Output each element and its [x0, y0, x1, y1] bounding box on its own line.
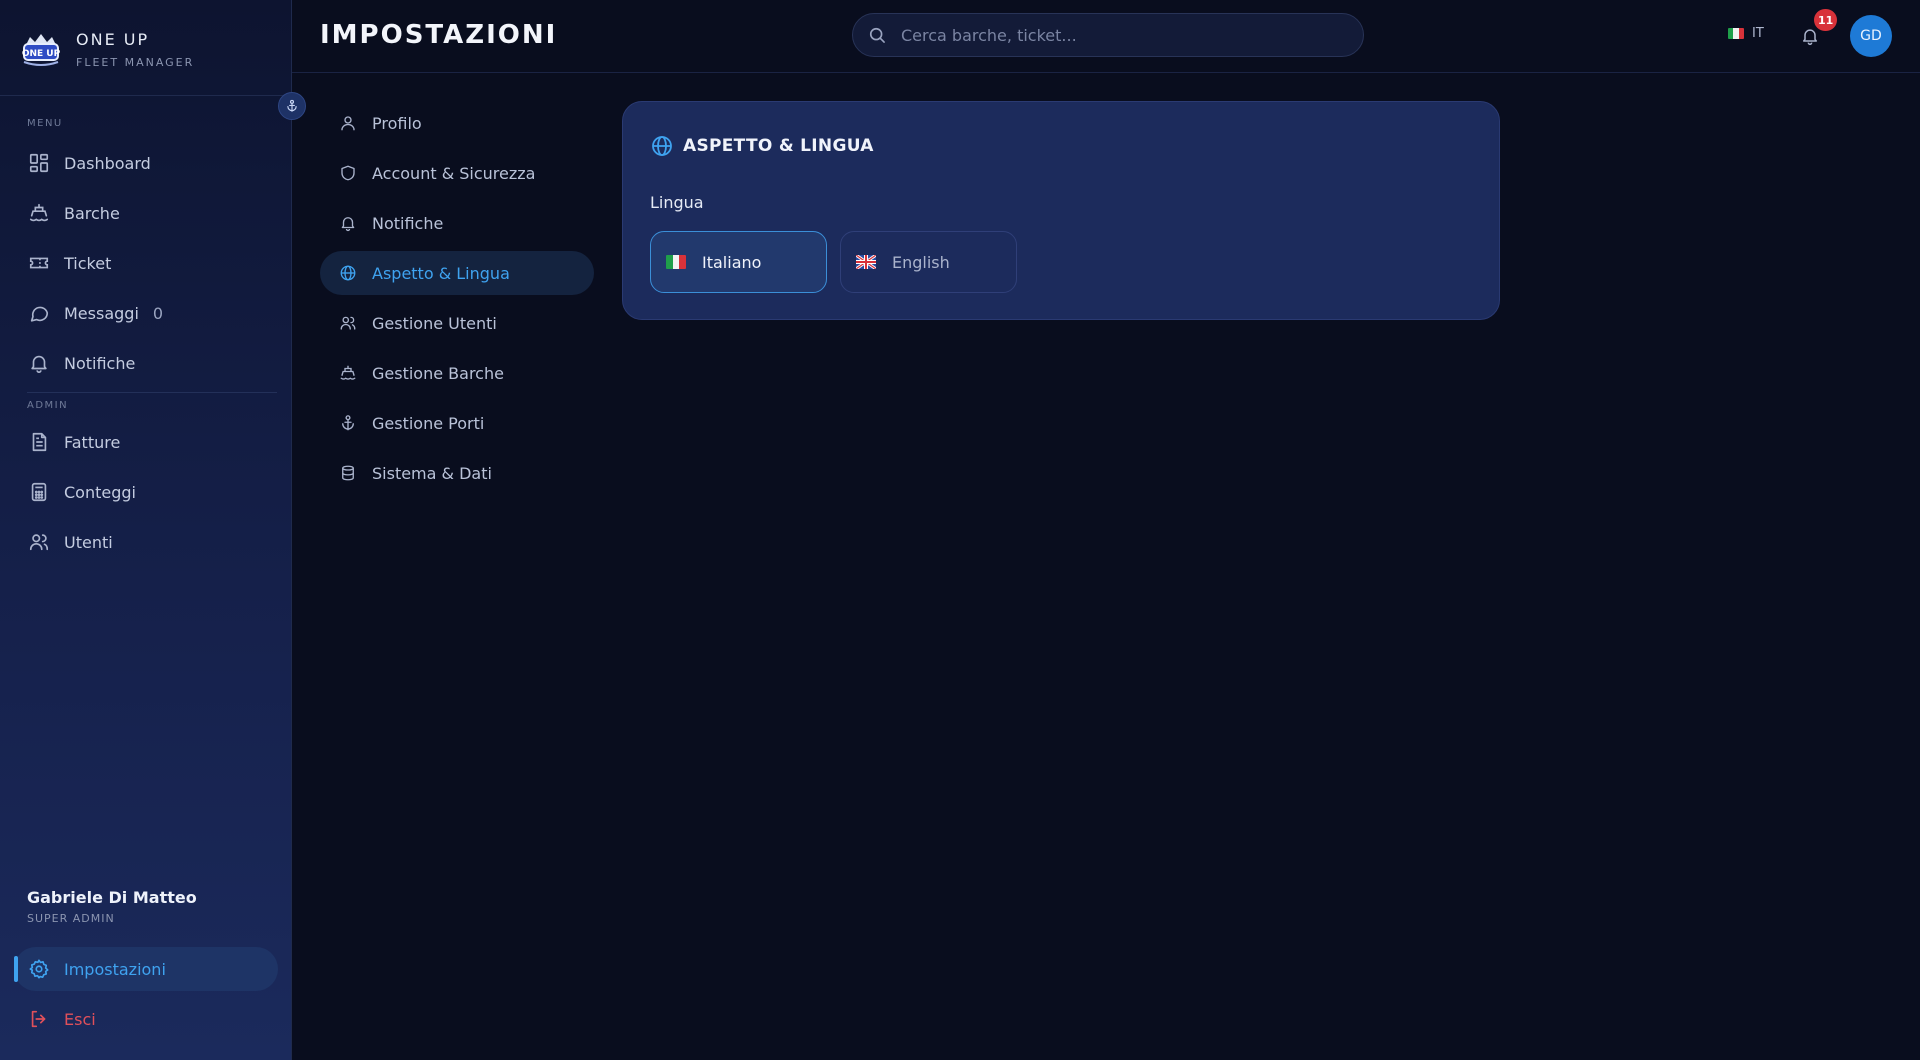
sidebar-item-barche[interactable]: Barche [14, 191, 278, 235]
bell-icon [28, 352, 50, 374]
divider [292, 72, 1920, 73]
settings-tab-label: Notifiche [372, 213, 444, 233]
calculator-icon [28, 481, 50, 503]
users-icon [28, 531, 50, 553]
brand-logo: ONE UP [20, 28, 62, 70]
logout-button[interactable]: Esci [14, 997, 278, 1041]
settings-tab-label: Account & Sicurezza [372, 163, 536, 183]
language-option-label: Italiano [702, 252, 762, 272]
sidebar-item-label: Messaggi [64, 303, 139, 323]
user-name: Gabriele Di Matteo [27, 888, 197, 907]
anchor-icon [285, 99, 299, 113]
globe-icon [338, 263, 358, 283]
logout-icon [28, 1008, 50, 1030]
search-input[interactable] [899, 24, 1323, 46]
sidebar-item-label: Dashboard [64, 153, 151, 173]
sidebar-item-label: Impostazioni [64, 959, 166, 979]
admin-section-label: ADMIN [27, 400, 69, 411]
message-icon [28, 302, 50, 324]
sidebar-item-ticket[interactable]: Ticket [14, 241, 278, 285]
search-icon [867, 25, 887, 45]
flag-gb-icon [856, 255, 876, 269]
menu-section-label: MENU [27, 118, 63, 129]
bell-icon [1800, 26, 1820, 46]
sidebar-item-label: Notifiche [64, 353, 136, 373]
sidebar-collapse-button[interactable] [278, 92, 306, 120]
sidebar-item-label: Ticket [64, 253, 112, 273]
dashboard-icon [28, 152, 50, 174]
svg-text:ONE UP: ONE UP [22, 49, 61, 59]
boat-icon [28, 202, 50, 224]
logout-label: Esci [64, 1009, 96, 1029]
search-bar[interactable] [852, 13, 1364, 57]
sidebar-item-messaggi[interactable]: Messaggi 0 [14, 291, 278, 335]
settings-tab-notifiche[interactable]: Notifiche [320, 201, 594, 245]
settings-tab-gestione-porti[interactable]: Gestione Porti [320, 401, 594, 445]
message-count: 0 [152, 303, 164, 323]
sidebar-item-label: Barche [64, 203, 120, 223]
settings-tab-label: Sistema & Dati [372, 463, 492, 483]
sidebar-item-impostazioni[interactable]: Impostazioni [14, 947, 278, 991]
database-icon [338, 463, 358, 483]
settings-tab-profilo[interactable]: Profilo [320, 101, 594, 145]
brand[interactable]: ONE UP ONE UP FLEET MANAGER [20, 28, 194, 70]
sidebar-item-utenti[interactable]: Utenti [14, 520, 278, 564]
sidebar-item-label: Utenti [64, 532, 113, 552]
settings-tab-sistema-dati[interactable]: Sistema & Dati [320, 451, 594, 495]
language-option-italiano[interactable]: Italiano [650, 231, 827, 293]
shield-icon [338, 163, 358, 183]
user-role: SUPER ADMIN [27, 912, 115, 925]
gear-icon [28, 958, 50, 980]
settings-tab-aspetto-lingua[interactable]: Aspetto & Lingua [320, 251, 594, 295]
brand-name: ONE UP [76, 29, 150, 49]
card-title: ASPETTO & LINGUA [683, 136, 874, 156]
settings-tab-label: Gestione Porti [372, 413, 485, 433]
active-indicator [14, 956, 18, 982]
anchor-icon [338, 413, 358, 433]
divider [0, 95, 292, 96]
notification-badge: 11 [1814, 9, 1838, 31]
appearance-language-card: ASPETTO & LINGUA Lingua Italiano English [622, 101, 1500, 320]
language-option-label: English [892, 252, 950, 272]
language-option-english[interactable]: English [840, 231, 1017, 293]
divider [27, 392, 277, 393]
globe-icon [650, 134, 674, 158]
boat-icon [338, 363, 358, 383]
sidebar-item-fatture[interactable]: Fatture [14, 420, 278, 464]
page-title: IMPOSTAZIONI [320, 20, 558, 50]
user-icon [338, 113, 358, 133]
settings-tab-account[interactable]: Account & Sicurezza [320, 151, 594, 195]
brand-subtitle: FLEET MANAGER [76, 55, 195, 69]
bell-icon [338, 213, 358, 233]
sidebar-item-notifiche[interactable]: Notifiche [14, 341, 278, 385]
sidebar: ONE UP ONE UP FLEET MANAGER MENU Dashboa… [0, 0, 292, 1060]
settings-tab-label: Gestione Barche [372, 363, 504, 383]
settings-tab-label: Aspetto & Lingua [372, 263, 510, 283]
settings-tab-label: Gestione Utenti [372, 313, 497, 333]
invoice-icon [28, 431, 50, 453]
language-label: Lingua [650, 193, 704, 212]
avatar[interactable]: GD [1850, 15, 1892, 57]
ticket-icon [28, 252, 50, 274]
sidebar-item-conteggi[interactable]: Conteggi [14, 470, 278, 514]
flag-it-icon [1728, 28, 1744, 39]
flag-it-icon [666, 255, 686, 269]
settings-tab-gestione-utenti[interactable]: Gestione Utenti [320, 301, 594, 345]
language-switcher[interactable]: IT [1728, 26, 1764, 41]
settings-tab-gestione-barche[interactable]: Gestione Barche [320, 351, 594, 395]
language-code: IT [1752, 26, 1764, 41]
sidebar-item-label: Fatture [64, 432, 121, 452]
users-icon [338, 313, 358, 333]
settings-tab-label: Profilo [372, 113, 422, 133]
sidebar-item-label: Conteggi [64, 482, 136, 502]
sidebar-item-dashboard[interactable]: Dashboard [14, 141, 278, 185]
